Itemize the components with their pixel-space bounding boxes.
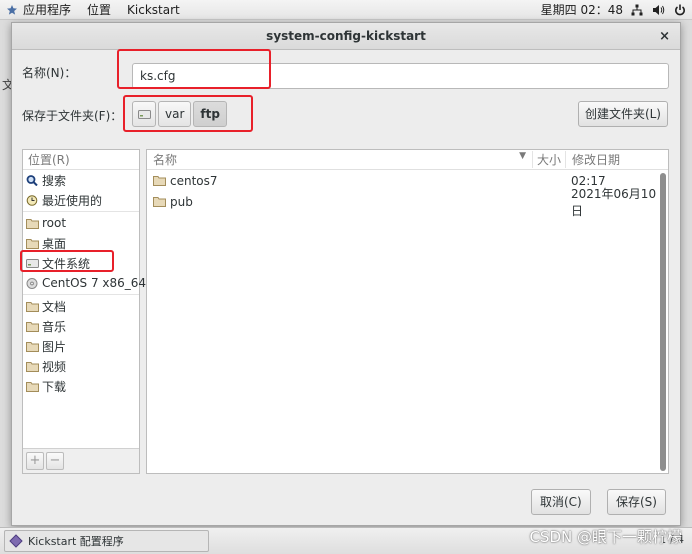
place-pictures[interactable]: 图片 xyxy=(23,336,139,356)
create-folder-button[interactable]: 创建文件夹(L) xyxy=(577,101,668,127)
place-label: 文件系统 xyxy=(42,256,91,271)
add-bookmark-button[interactable]: + xyxy=(26,452,44,470)
folder-icon xyxy=(26,301,39,312)
drive-icon xyxy=(26,258,39,268)
place-music[interactable]: 音乐 xyxy=(23,316,139,336)
file-name: pub xyxy=(170,194,193,209)
cancel-button[interactable]: 取消(C) xyxy=(531,489,591,515)
folder-icon xyxy=(26,361,39,372)
folder-icon xyxy=(153,197,166,207)
path-ftp-button[interactable]: ftp xyxy=(193,101,227,127)
filename-input[interactable]: ks.cfg xyxy=(132,63,669,89)
clock-icon xyxy=(26,194,38,206)
place-label: 视频 xyxy=(42,359,67,374)
power-icon[interactable] xyxy=(674,4,686,16)
place-root[interactable]: root xyxy=(23,213,139,233)
applications-label: 应用程序 xyxy=(23,3,72,17)
places-header: 位置(R) xyxy=(23,150,139,170)
clock-label: 星期四 02：48 xyxy=(540,3,623,17)
name-label: 名称(N)： xyxy=(22,66,77,80)
file-name: centos7 xyxy=(170,173,218,188)
places-sidebar: 位置(R) 搜索 最近使用的 root 桌面 文件系统 CentOS 7 x86… xyxy=(22,149,146,474)
folder-icon xyxy=(26,218,39,229)
save-folder-label: 保存于文件夹(F)： xyxy=(22,109,123,123)
place-label: CentOS 7 x86_64 xyxy=(42,276,147,290)
place-label: 桌面 xyxy=(42,236,67,251)
folder-icon xyxy=(26,381,39,392)
file-row[interactable]: pub 2021年06月10日 xyxy=(147,187,668,218)
place-label: 最近使用的 xyxy=(42,193,103,208)
place-downloads[interactable]: 下载 xyxy=(23,376,139,396)
watermark: CSDN @眼下一颗柠檬 xyxy=(529,528,682,546)
place-centos-disc[interactable]: CentOS 7 x86_64 xyxy=(23,273,146,293)
place-label: 搜索 xyxy=(42,173,67,188)
place-label: root xyxy=(42,216,67,230)
dialog-titlebar[interactable]: system-config-kickstart × xyxy=(12,23,680,50)
place-desktop[interactable]: 桌面 xyxy=(23,233,139,253)
folder-icon xyxy=(153,176,166,186)
folder-icon xyxy=(26,341,39,352)
file-list-header: 名称 ▼ 大小 修改日期 xyxy=(147,150,668,170)
place-label: 音乐 xyxy=(42,319,67,334)
search-icon xyxy=(26,174,38,186)
file-list-scrollbar[interactable] xyxy=(660,173,666,471)
column-name-header[interactable]: 名称 ▼ xyxy=(147,151,532,168)
file-list: 名称 ▼ 大小 修改日期 centos7 02:17 pub 2021年06月1… xyxy=(146,149,669,474)
remove-bookmark-button[interactable]: − xyxy=(46,452,64,470)
place-search[interactable]: 搜索 xyxy=(23,170,139,190)
applications-icon xyxy=(7,4,17,15)
place-recent[interactable]: 最近使用的 xyxy=(23,190,139,210)
place-documents[interactable]: 文档 xyxy=(23,296,139,316)
kickstart-app-icon xyxy=(9,534,23,548)
save-dialog: system-config-kickstart × 名称(N)： ks.cfg … xyxy=(11,22,681,526)
close-button[interactable]: × xyxy=(659,23,670,50)
save-button[interactable]: 保存(S) xyxy=(607,489,666,515)
place-label: 图片 xyxy=(42,339,67,354)
column-name-label: 名称 xyxy=(153,153,178,167)
places-menu[interactable]: 位置 xyxy=(79,0,119,20)
places-separator xyxy=(23,211,139,212)
disc-icon xyxy=(26,277,38,289)
applications-menu[interactable]: 应用程序 xyxy=(0,0,79,20)
taskbar-item-label: Kickstart 配置程序 xyxy=(28,535,124,548)
dialog-title: system-config-kickstart xyxy=(266,29,426,43)
folder-icon xyxy=(26,238,39,249)
place-label: 下载 xyxy=(42,379,67,394)
places-footer: + − xyxy=(23,448,139,473)
column-date-header[interactable]: 修改日期 xyxy=(565,151,668,168)
path-var-button[interactable]: var xyxy=(158,101,192,127)
active-app-label: Kickstart xyxy=(127,2,180,17)
path-bar: var ftp xyxy=(132,101,227,127)
top-panel: 应用程序 位置 Kickstart 星期四 02：48 xyxy=(0,0,692,20)
volume-icon[interactable] xyxy=(652,4,665,16)
place-label: 文档 xyxy=(42,299,67,314)
column-size-header[interactable]: 大小 xyxy=(532,151,565,168)
sort-arrow-icon: ▼ xyxy=(519,151,526,161)
places-separator xyxy=(23,294,139,295)
place-filesystem[interactable]: 文件系统 xyxy=(23,253,139,273)
active-app-menu[interactable]: Kickstart xyxy=(119,0,188,20)
places-menu-label: 位置 xyxy=(87,3,112,17)
taskbar-kickstart-item[interactable]: Kickstart 配置程序 xyxy=(4,530,209,552)
clock[interactable]: 星期四 02：48 xyxy=(533,0,631,20)
path-root-button[interactable] xyxy=(132,101,156,127)
network-icon[interactable] xyxy=(631,4,643,16)
drive-icon xyxy=(137,109,151,119)
file-date: 2021年06月10日 xyxy=(571,186,657,218)
place-videos[interactable]: 视频 xyxy=(23,356,139,376)
folder-icon xyxy=(26,321,39,332)
